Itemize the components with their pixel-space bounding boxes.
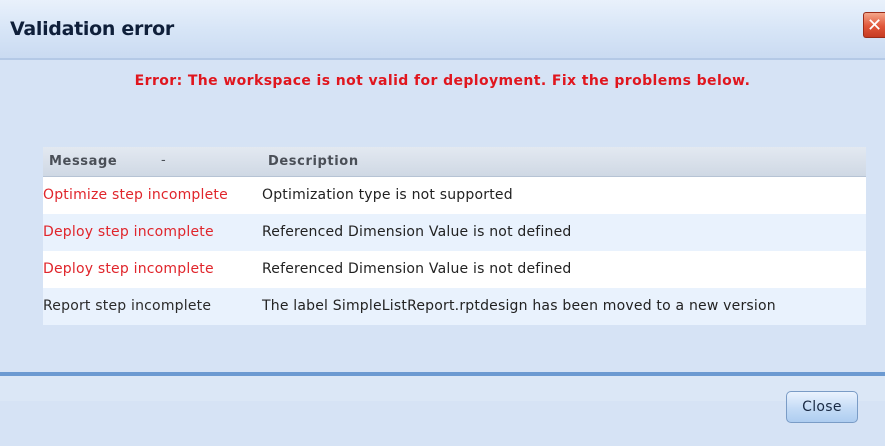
row-message: Report step incomplete <box>43 298 212 314</box>
row-description: Referenced Dimension Value is not define… <box>262 261 572 277</box>
row-message: Optimize step incomplete <box>43 187 228 203</box>
table-header: Message - Description <box>43 147 866 177</box>
close-button[interactable]: Close <box>786 391 858 423</box>
dialog-title: Validation error <box>10 18 174 40</box>
problems-table: Message - Description Optimize step inco… <box>43 147 866 325</box>
row-description: Optimization type is not supported <box>262 187 513 203</box>
footer-band <box>0 376 885 401</box>
close-icon[interactable]: ✕ <box>863 12 885 38</box>
row-message: Deploy step incomplete <box>43 261 214 277</box>
column-header-description[interactable]: Description <box>268 154 359 169</box>
title-divider <box>0 58 885 60</box>
column-header-message[interactable]: Message <box>49 154 117 169</box>
table-row[interactable]: Report step incomplete The label SimpleL… <box>43 288 866 325</box>
row-description: Referenced Dimension Value is not define… <box>262 224 572 240</box>
table-row[interactable]: Deploy step incomplete Referenced Dimens… <box>43 214 866 251</box>
validation-error-dialog: Validation error ✕ Error: The workspace … <box>0 0 885 446</box>
error-message: Error: The workspace is not valid for de… <box>134 73 751 89</box>
row-message: Deploy step incomplete <box>43 224 214 240</box>
sort-indicator-icon: - <box>161 153 166 168</box>
title-bar[interactable]: Validation error ✕ <box>0 0 885 60</box>
row-description: The label SimpleListReport.rptdesign has… <box>262 298 776 314</box>
table-row[interactable]: Deploy step incomplete Referenced Dimens… <box>43 251 866 288</box>
table-row[interactable]: Optimize step incomplete Optimization ty… <box>43 177 866 214</box>
